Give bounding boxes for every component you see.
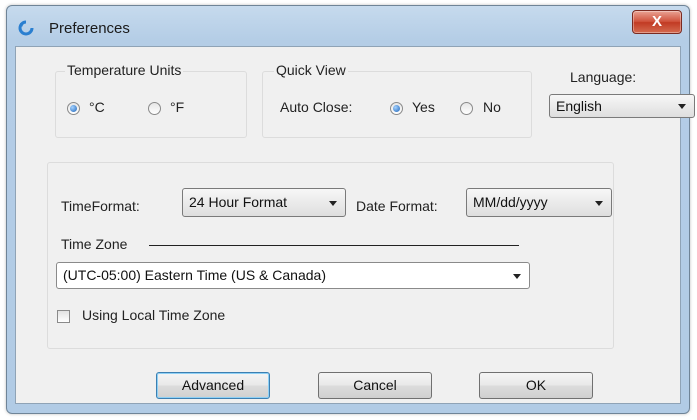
time-format-label: TimeFormat:	[61, 198, 140, 214]
date-format-select[interactable]: MM/dd/yyyy	[466, 188, 612, 217]
language-select[interactable]: English	[549, 94, 695, 118]
time-zone-divider	[149, 245, 519, 246]
date-format-label: Date Format:	[356, 198, 438, 214]
window-title: Preferences	[49, 20, 130, 37]
fahrenheit-label[interactable]: °F	[170, 99, 184, 115]
chevron-down-icon	[513, 274, 521, 279]
advanced-button[interactable]: Advanced	[156, 372, 270, 399]
time-zone-value: (UTC-05:00) Eastern Time (US & Canada)	[63, 267, 326, 283]
auto-close-no-label[interactable]: No	[483, 99, 501, 115]
auto-close-no-radio[interactable]	[460, 102, 473, 115]
fahrenheit-radio[interactable]	[148, 102, 161, 115]
auto-close-yes-label[interactable]: Yes	[412, 99, 435, 115]
time-zone-select[interactable]: (UTC-05:00) Eastern Time (US & Canada)	[56, 262, 530, 289]
close-icon: X	[651, 13, 662, 30]
quick-view-legend: Quick View	[274, 62, 348, 78]
time-format-select[interactable]: 24 Hour Format	[182, 188, 346, 217]
time-zone-label: Time Zone	[61, 236, 128, 252]
time-format-value: 24 Hour Format	[189, 194, 288, 210]
app-icon	[17, 19, 35, 37]
chevron-down-icon	[329, 201, 337, 206]
date-format-value: MM/dd/yyyy	[473, 194, 548, 210]
auto-close-label: Auto Close:	[280, 99, 353, 115]
celsius-radio[interactable]	[67, 102, 80, 115]
dialog-body: Temperature Units °C °F Quick View Auto …	[15, 46, 695, 404]
title-bar[interactable]: Preferences X	[7, 6, 689, 46]
cancel-button[interactable]: Cancel	[318, 372, 432, 399]
chevron-down-icon	[595, 201, 603, 206]
language-label: Language:	[570, 69, 637, 85]
chevron-down-icon	[678, 104, 686, 109]
auto-close-yes-radio[interactable]	[390, 102, 403, 115]
local-time-zone-checkbox[interactable]	[57, 310, 70, 323]
preferences-window: Preferences X Temperature Units °C °F Qu…	[6, 5, 695, 414]
temperature-units-legend: Temperature Units	[65, 62, 184, 78]
close-button[interactable]: X	[632, 10, 682, 34]
local-time-zone-label[interactable]: Using Local Time Zone	[82, 307, 225, 323]
celsius-label[interactable]: °C	[89, 99, 105, 115]
language-value: English	[556, 98, 602, 114]
ok-button[interactable]: OK	[479, 372, 593, 399]
